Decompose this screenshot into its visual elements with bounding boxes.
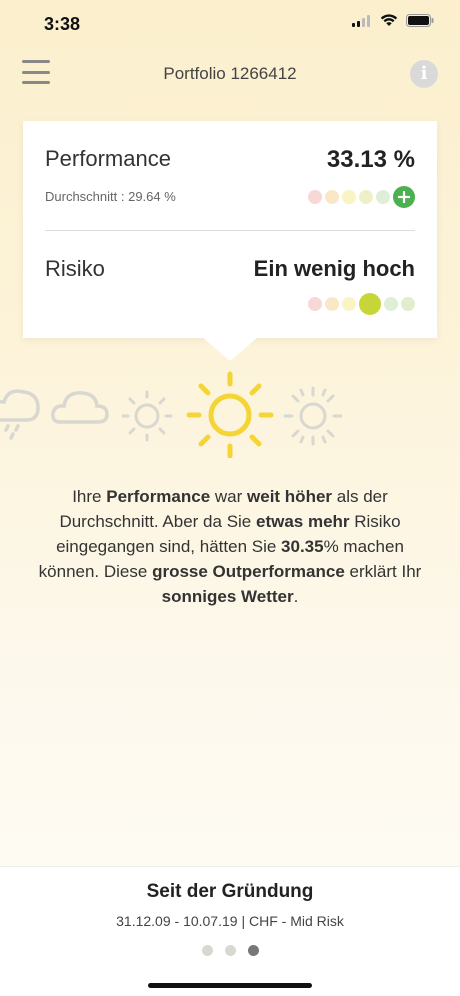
nav-bar: Portfolio 1266412 i <box>0 50 460 98</box>
desc-bold: etwas mehr <box>255 512 350 531</box>
scale-dot-active <box>359 293 381 315</box>
page-title: Portfolio 1266412 <box>163 64 297 83</box>
info-icon[interactable]: i <box>410 60 438 88</box>
bright-sun-icon <box>283 386 343 446</box>
scale-dot <box>384 297 398 311</box>
period-footer[interactable]: Seit der Gründung 31.12.09 - 10.07.19 | … <box>0 866 460 996</box>
card-pointer <box>202 337 258 361</box>
page-dot[interactable] <box>201 945 213 956</box>
divider <box>45 230 415 231</box>
weather-description: Ihre Performance war weit höher als der … <box>30 484 430 609</box>
risk-scale <box>308 293 415 315</box>
status-bar: 3:38 <box>0 0 460 50</box>
desc-bold: grosse Outperformance <box>152 562 345 581</box>
weather-scale <box>0 371 343 458</box>
page-indicator[interactable] <box>0 945 460 956</box>
scale-dot-active <box>393 186 415 208</box>
home-indicator[interactable] <box>148 983 312 988</box>
performance-value: 33.13 % <box>326 146 415 173</box>
page-dot[interactable] <box>247 945 259 956</box>
scale-dot <box>401 297 415 311</box>
desc-bold: Performance <box>106 487 211 506</box>
scale-dot <box>325 297 339 311</box>
desc-text: Ihre <box>72 487 107 506</box>
desc-bold: weit höher <box>247 487 333 506</box>
desc-text: war <box>210 487 248 506</box>
scale-dot <box>359 190 373 204</box>
desc-text: erklärt Ihr <box>344 562 422 581</box>
summary-card: Performance 33.13 % Durchschnitt : 29.64… <box>23 121 437 338</box>
plus-icon <box>398 191 410 203</box>
desc-text: . <box>293 587 299 606</box>
status-time: 3:38 <box>44 14 81 34</box>
scale-dot <box>342 297 356 311</box>
risk-value: Ein wenig hoch <box>253 256 415 281</box>
scale-dot <box>342 190 356 204</box>
cloud-icon <box>51 391 109 424</box>
page-dot[interactable] <box>224 945 236 956</box>
battery-icon <box>406 14 434 27</box>
scale-dot <box>308 297 322 311</box>
rain-cloud-icon <box>0 389 40 440</box>
period-subtitle: 31.12.09 - 10.07.19 | CHF - Mid Risk <box>116 913 344 929</box>
scale-dot <box>308 190 322 204</box>
status-icons <box>352 14 434 27</box>
scale-dot <box>325 190 339 204</box>
scale-dot <box>376 190 390 204</box>
desc-bold: sonniges Wetter <box>161 587 294 606</box>
sun-icon <box>186 371 274 458</box>
signal-icon <box>352 14 370 27</box>
performance-scale <box>308 186 415 208</box>
small-sun-icon <box>121 390 173 442</box>
period-title: Seit der Gründung <box>146 881 314 902</box>
wifi-icon <box>380 14 398 26</box>
desc-bold: 30.35 <box>281 537 324 556</box>
